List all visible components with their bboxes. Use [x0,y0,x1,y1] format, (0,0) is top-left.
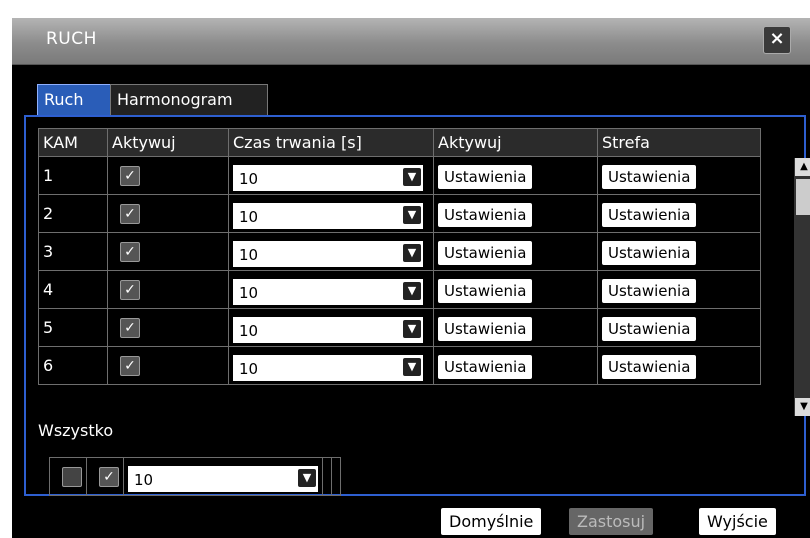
check-icon[interactable]: ✓ [120,355,140,376]
header-aktywuj: Aktywuj [107,128,229,157]
duration-select[interactable]: 10 ▼ [233,164,423,191]
chevron-down-icon: ▼ [403,357,421,376]
header-aktywuj-2: Aktywuj [433,128,598,157]
header-strefa: Strefa [597,128,761,157]
tab-harmonogram[interactable]: Harmonogram [110,84,268,115]
zone-settings-button[interactable]: Ustawienia [602,316,697,341]
activate-settings-button[interactable]: Ustawienia [438,354,533,379]
activate-settings-button[interactable]: Ustawienia [438,278,533,303]
motion-panel: KAM Aktywuj Czas trwania [s] Aktywuj Str… [24,115,810,496]
apply-button[interactable]: Zastosuj [569,508,654,535]
chevron-down-icon: ▼ [403,243,421,262]
all-duration-select[interactable]: 10 ▼ [128,465,318,492]
camera-table: KAM Aktywuj Czas trwania [s] Aktywuj Str… [38,128,761,385]
duration-select[interactable]: 10 ▼ [233,354,423,381]
check-icon[interactable]: ✓ [120,317,140,338]
scroll-up-icon[interactable]: ▲ [795,158,810,176]
titlebar: RUCH × [12,18,810,65]
table-row: 4 ✓ 10 ▼ Ustawienia Ustawienia [38,270,761,309]
cam-number: 5 [38,308,108,347]
table-scrollbar[interactable]: ▲ ▼ [794,158,810,416]
zone-settings-button[interactable]: Ustawienia [602,164,697,189]
exit-button[interactable]: Wyjście [699,508,776,535]
check-icon[interactable]: ✓ [120,203,140,224]
table-row: 6 ✓ 10 ▼ Ustawienia Ustawienia [38,346,761,385]
chevron-down-icon: ▼ [298,468,316,487]
dialog-title: RUCH [46,29,97,49]
table-row: 2 ✓ 10 ▼ Ustawienia Ustawienia [38,194,761,233]
check-icon[interactable]: ✓ [120,165,140,186]
cam-number: 4 [38,270,108,309]
activate-settings-button[interactable]: Ustawienia [438,316,533,341]
zone-settings-button[interactable]: Ustawienia [602,202,697,227]
table-row: 3 ✓ 10 ▼ Ustawienia Ustawienia [38,232,761,271]
check-icon[interactable]: ✓ [120,279,140,300]
default-button[interactable]: Domyślnie [441,508,542,535]
activate-settings-button[interactable]: Ustawienia [438,202,533,227]
duration-select[interactable]: 10 ▼ [233,240,423,267]
duration-select[interactable]: 10 ▼ [233,278,423,305]
scroll-down-icon[interactable]: ▼ [795,398,810,416]
zone-settings-button[interactable]: Ustawienia [602,240,697,265]
motion-dialog: RUCH × Ruch Harmonogram KAM Aktywuj Czas… [12,18,810,538]
all-select-checkbox[interactable] [62,466,82,487]
header-duration: Czas trwania [s] [228,128,434,157]
close-icon[interactable]: × [763,26,791,54]
duration-select[interactable]: 10 ▼ [233,316,423,343]
check-icon[interactable]: ✓ [99,466,119,487]
activate-settings-button[interactable]: Ustawienia [438,164,533,189]
header-kam: KAM [38,128,108,157]
chevron-down-icon: ▼ [403,167,421,186]
table-row: 1 ✓ 10 ▼ Ustawienia Ustawienia [38,156,761,195]
zone-settings-button[interactable]: Ustawienia [602,278,697,303]
cam-number: 1 [38,156,108,195]
cam-number: 6 [38,346,108,385]
activate-settings-button[interactable]: Ustawienia [438,240,533,265]
zone-settings-button[interactable]: Ustawienia [602,354,697,379]
table-row: 5 ✓ 10 ▼ Ustawienia Ustawienia [38,308,761,347]
chevron-down-icon: ▼ [403,319,421,338]
duration-select[interactable]: 10 ▼ [233,202,423,229]
cam-number: 3 [38,232,108,271]
all-label: Wszystko [38,421,114,440]
scroll-thumb[interactable] [796,179,810,215]
chevron-down-icon: ▼ [403,281,421,300]
tab-ruch[interactable]: Ruch [37,84,113,115]
table-header: KAM Aktywuj Czas trwania [s] Aktywuj Str… [38,128,761,157]
chevron-down-icon: ▼ [403,205,421,224]
cam-number: 2 [38,194,108,233]
check-icon[interactable]: ✓ [120,241,140,262]
